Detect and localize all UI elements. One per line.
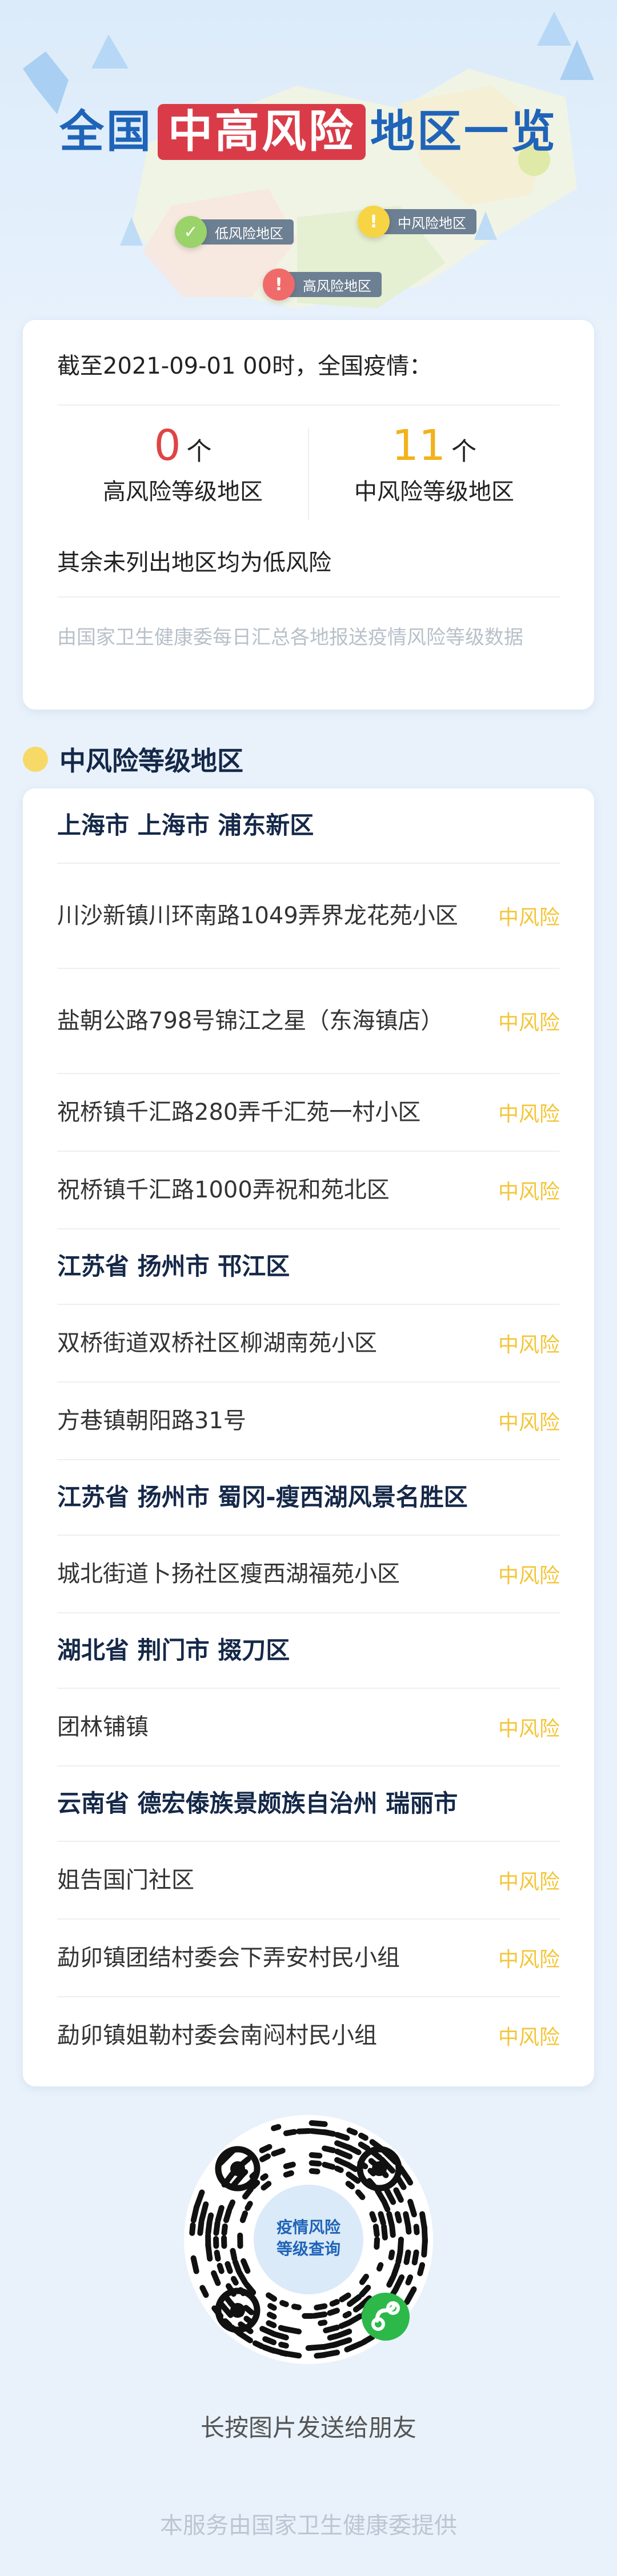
region-name: 江苏省 扬州市 蜀冈-瘦西湖风景名胜区	[57, 1483, 468, 1511]
risk-badge: 中风险	[498, 1180, 560, 1204]
check-icon: ✓	[175, 216, 207, 248]
provider-caption: 本服务由国家卫生健康委提供	[160, 2513, 457, 2539]
risk-badge: 中风险	[498, 2026, 560, 2049]
region-name: 上海市 上海市 浦东新区	[57, 811, 314, 839]
list-item: 祝桥镇千汇路1000弄祝和苑北区 中风险	[57, 1152, 560, 1229]
location-name: 祝桥镇千汇路280弄千汇苑一村小区	[57, 1099, 421, 1125]
high-risk-label: 高风险等级地区	[103, 479, 263, 505]
location-name: 双桥街道双桥社区柳湖南苑小区	[57, 1330, 377, 1356]
location-name: 祝桥镇千汇路1000弄祝和苑北区	[57, 1177, 390, 1203]
summary-card: 截至2021-09-01 00时，全国疫情： 0个 高风险等级地区 11 个 中风…	[23, 320, 594, 710]
location-name: 勐卯镇团结村委会下弄安村民小组	[57, 1945, 400, 1971]
low-risk-note: 其余未列出地区均为低风险	[57, 550, 331, 576]
location-name: 方巷镇朝阳路31号	[57, 1408, 246, 1434]
region-header: 江苏省 扬州市 邗江区	[57, 1229, 560, 1305]
legend-low-risk: ✓ 低风险地区	[175, 216, 294, 248]
location-name: 城北街道卜扬社区瘦西湖福苑小区	[57, 1561, 400, 1587]
qr-center-text-1: 疫情风险	[277, 2218, 341, 2237]
region-name: 江苏省 扬州市 邗江区	[57, 1252, 290, 1280]
risk-badge: 中风险	[498, 1103, 560, 1126]
risk-badge: 中风险	[498, 1717, 560, 1741]
risk-badge: 中风险	[498, 1011, 560, 1035]
location-name: 川沙新镇川环南路1049弄界龙花苑小区	[57, 903, 458, 929]
wechat-mini-program-icon	[362, 2293, 410, 2341]
section-title: 中风险等级地区	[23, 740, 243, 778]
hero-banner: 全国 中高风险 地区一览 ✓ 低风险地区 ! 中风险地区 ! 高风险地区	[0, 0, 617, 320]
location-name: 姐告国门社区	[57, 1867, 194, 1893]
share-caption: 长按图片发送给朋友	[200, 2414, 416, 2442]
legend-mid-risk: ! 中风险地区	[358, 206, 476, 238]
exclamation-icon: !	[358, 206, 390, 238]
mid-risk-count: 11	[391, 421, 446, 470]
region-header: 湖北省 荆门市 掇刀区	[57, 1613, 560, 1689]
list-item: 城北街道卜扬社区瘦西湖福苑小区 中风险	[57, 1536, 560, 1613]
list-item: 勐卯镇姐勒村委会南闷村民小组 中风险	[57, 1997, 560, 2074]
cutoff-text: 截至2021-09-01 00时，全国疫情：	[57, 353, 432, 379]
divider	[57, 404, 560, 406]
mid-risk-label: 中风险等级地区	[354, 479, 514, 505]
exclamation-icon: !	[263, 269, 295, 301]
region-name: 云南省 德宏傣族景颇族自治州 瑞丽市	[57, 1789, 458, 1817]
region-header: 上海市 上海市 浦东新区	[57, 788, 560, 864]
region-header: 云南省 德宏傣族景颇族自治州 瑞丽市	[57, 1766, 560, 1842]
list-item: 双桥街道双桥社区柳湖南苑小区 中风险	[57, 1305, 560, 1383]
yellow-dot-icon	[23, 747, 48, 772]
list-item: 勐卯镇团结村委会下弄安村民小组 中风险	[57, 1920, 560, 1997]
location-name: 盐朝公路798号锦江之星（东海镇店）	[57, 1008, 444, 1034]
mid-risk-list: 上海市 上海市 浦东新区 川沙新镇川环南路1049弄界龙花苑小区 中风险 盐朝公路79…	[23, 788, 594, 2086]
location-name: 团林铺镇	[57, 1714, 149, 1740]
list-item: 姐告国门社区 中风险	[57, 1842, 560, 1920]
qr-center-text-2: 等级查询	[277, 2240, 340, 2258]
list-item: 祝桥镇千汇路280弄千汇苑一村小区 中风险	[57, 1074, 560, 1152]
location-name: 勐卯镇姐勒村委会南闷村民小组	[57, 2022, 377, 2049]
risk-badge: 中风险	[498, 906, 560, 930]
mid-risk-stat: 11 个 中风险等级地区	[308, 423, 560, 506]
list-item: 川沙新镇川环南路1049弄界龙花苑小区 中风险	[57, 864, 560, 969]
divider	[57, 596, 560, 598]
list-item: 盐朝公路798号锦江之星（东海镇店） 中风险	[57, 969, 560, 1074]
page-title: 全国 中高风险 地区一览	[0, 96, 617, 160]
risk-badge: 中风险	[498, 1564, 560, 1588]
region-header: 江苏省 扬州市 蜀冈-瘦西湖风景名胜区	[57, 1460, 560, 1536]
risk-badge: 中风险	[498, 1333, 560, 1357]
high-risk-stat: 0个 高风险等级地区	[57, 423, 308, 506]
list-item: 方巷镇朝阳路31号 中风险	[57, 1383, 560, 1460]
data-source-text: 由国家卫生健康委每日汇总各地报送疫情风险等级数据	[57, 626, 523, 649]
mini-program-qr-code[interactable]: 疫情风险 等级查询	[183, 2114, 434, 2365]
risk-badge: 中风险	[498, 1411, 560, 1435]
high-risk-count: 0	[154, 421, 181, 470]
risk-badge: 中风险	[498, 1870, 560, 1894]
risk-badge: 中风险	[498, 1948, 560, 1972]
legend-high-risk: ! 高风险地区	[263, 269, 382, 301]
list-item: 团林铺镇 中风险	[57, 1689, 560, 1766]
region-name: 湖北省 荆门市 掇刀区	[57, 1636, 290, 1664]
